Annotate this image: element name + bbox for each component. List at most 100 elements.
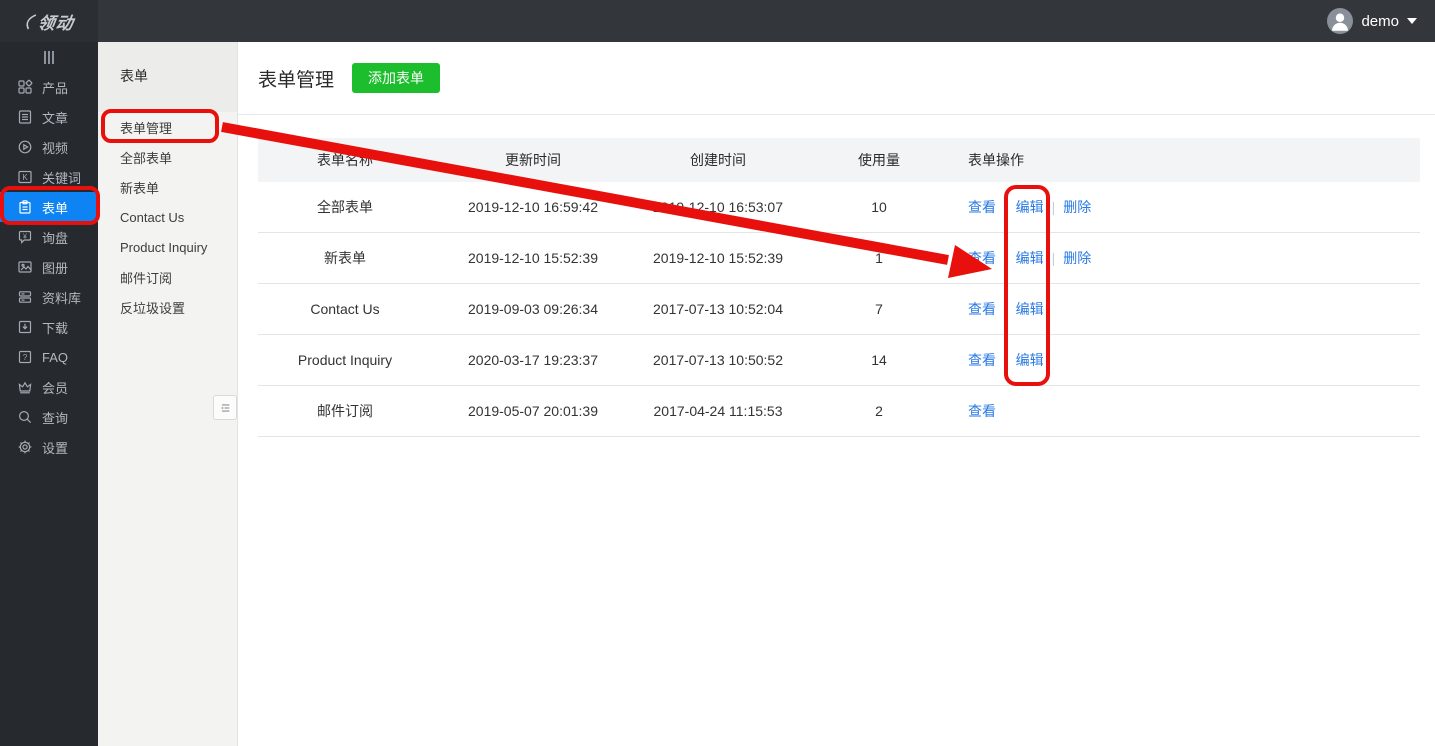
settings-icon [17,439,33,455]
form-actions-cell: 查看 | 编辑 [956,299,1420,319]
sidebar-item-label: 产品 [42,78,68,97]
forms-table: 表单名称更新时间创建时间使用量表单操作 全部表单2019-12-10 16:59… [258,138,1420,437]
svg-text:¥: ¥ [23,233,27,240]
sidebar-item-label: 文章 [42,108,68,127]
main-content: 表单管理 添加表单 表单名称更新时间创建时间使用量表单操作 全部表单2019-1… [238,42,1435,746]
action-delete-link[interactable]: 删除 [1063,199,1091,215]
action-view-link[interactable]: 查看 [968,199,996,215]
sidebar-item-label: 图册 [42,258,68,277]
submenu-item-contact-us[interactable]: Contact Us [98,202,237,232]
submenu-item-form-manage[interactable]: 表单管理 [98,112,237,142]
sidebar-item-grid[interactable]: 产品 [0,72,98,102]
sidebar-collapse-button[interactable] [0,42,98,72]
action-separator: | [1004,352,1008,368]
submenu-item-product-inquiry[interactable]: Product Inquiry [98,232,237,262]
sidebar-item-search[interactable]: 查询 [0,402,98,432]
sidebar-item-keyword[interactable]: K 关键词 [0,162,98,192]
form-actions-cell: 查看 [956,401,1420,421]
sidebar-item-label: FAQ [42,350,68,365]
sidebar-item-article[interactable]: 文章 [0,102,98,132]
sidebar-item-label: 询盘 [42,228,68,247]
sidebar-item-library[interactable]: 资料库 [0,282,98,312]
collapse-bars-icon [44,51,54,64]
table-body: 全部表单2019-12-10 16:59:422019-12-10 16:53:… [258,182,1420,437]
updated-time-cell: 2019-09-03 09:26:34 [432,301,634,317]
column-header: 表单操作 [956,150,1420,170]
column-header: 使用量 [802,150,956,170]
form-icon [17,199,33,215]
gallery-icon [17,259,33,275]
usage-count-cell: 1 [802,250,956,266]
sidebar-item-label: 设置 [42,438,68,457]
form-name-cell: 新表单 [258,248,432,268]
submenu-title: 表单 [98,42,237,112]
action-view-link[interactable]: 查看 [968,403,996,419]
action-view-link[interactable]: 查看 [968,301,996,317]
table-row: 新表单2019-12-10 15:52:392019-12-10 15:52:3… [258,233,1420,284]
created-time-cell: 2017-07-13 10:52:04 [634,301,802,317]
keyword-icon: K [17,169,33,185]
usage-count-cell: 14 [802,352,956,368]
action-separator: | [1052,250,1056,266]
updated-time-cell: 2020-03-17 19:23:37 [432,352,634,368]
updated-time-cell: 2019-12-10 16:59:42 [432,199,634,215]
svg-text:?: ? [23,353,28,362]
sidebar-item-gallery[interactable]: 图册 [0,252,98,282]
submenu-item-new-form[interactable]: 新表单 [98,172,237,202]
sidebar-item-member[interactable]: 会员 [0,372,98,402]
user-icon [1327,8,1353,34]
panel-collapse-icon [218,401,232,415]
action-delete-link[interactable]: 删除 [1063,250,1091,266]
download-icon [17,319,33,335]
sidebar-items: 产品文章视频 K 关键词表单 ¥ 询盘图册资料库下载? FAQ 会员查询设置 [0,72,98,462]
sidebar-item-label: 关键词 [42,168,81,187]
sidebar-item-faq[interactable]: ? FAQ [0,342,98,372]
table-header-row: 表单名称更新时间创建时间使用量表单操作 [258,138,1420,182]
user-name: demo [1361,13,1399,30]
column-header: 表单名称 [258,150,432,170]
sidebar-item-label: 表单 [42,198,68,217]
sidebar-item-settings[interactable]: 设置 [0,432,98,462]
form-name-cell: 全部表单 [258,197,432,217]
sidebar-item-video[interactable]: 视频 [0,132,98,162]
submenu-item-mail-subscribe[interactable]: 邮件订阅 [98,262,237,292]
sidebar-item-download[interactable]: 下载 [0,312,98,342]
action-separator: | [1004,250,1008,266]
action-edit-link[interactable]: 编辑 [1016,352,1044,368]
action-edit-link[interactable]: 编辑 [1016,199,1044,215]
action-edit-link[interactable]: 编辑 [1016,250,1044,266]
usage-count-cell: 10 [802,199,956,215]
action-edit-link[interactable]: 编辑 [1016,301,1044,317]
sidebar-item-label: 视频 [42,138,68,157]
action-separator: | [1004,301,1008,317]
app-window: 领动 demo 产品文章视频K关键词表单¥询盘图册资料库下载?FAQ会员查询设置… [0,0,1435,746]
action-view-link[interactable]: 查看 [968,352,996,368]
sidebar-item-label: 资料库 [42,288,81,307]
sidebar-item-form[interactable]: 表单 [0,192,98,222]
updated-time-cell: 2019-05-07 20:01:39 [432,403,634,419]
video-icon [17,139,33,155]
submenu-item-antispam-settings[interactable]: 反垃圾设置 [98,292,237,322]
logo: 领动 [0,0,98,42]
member-icon [17,379,33,395]
action-view-link[interactable]: 查看 [968,250,996,266]
sidebar-item-inquiry[interactable]: ¥ 询盘 [0,222,98,252]
logo-text: 领动 [22,9,76,34]
logo-swoosh-icon [23,12,38,30]
titlebar: 表单管理 添加表单 [238,42,1435,115]
library-icon [17,289,33,305]
submenu-item-all-forms[interactable]: 全部表单 [98,142,237,172]
topbar: 领动 demo [0,0,1435,42]
user-menu[interactable]: demo [1327,8,1435,34]
form-actions-cell: 查看|编辑|删除 [956,197,1420,217]
table-row: 全部表单2019-12-10 16:59:422019-12-10 16:53:… [258,182,1420,233]
table-row: Product Inquiry2020-03-17 19:23:372017-0… [258,335,1420,386]
column-header: 创建时间 [634,150,802,170]
search-icon [17,409,33,425]
submenu-items: 表单管理全部表单新表单Contact UsProduct Inquiry邮件订阅… [98,112,237,322]
column-header: 更新时间 [432,150,634,170]
usage-count-cell: 2 [802,403,956,419]
table-row: Contact Us2019-09-03 09:26:342017-07-13 … [258,284,1420,335]
submenu-collapse-button[interactable] [213,395,237,420]
add-form-button[interactable]: 添加表单 [352,63,440,93]
